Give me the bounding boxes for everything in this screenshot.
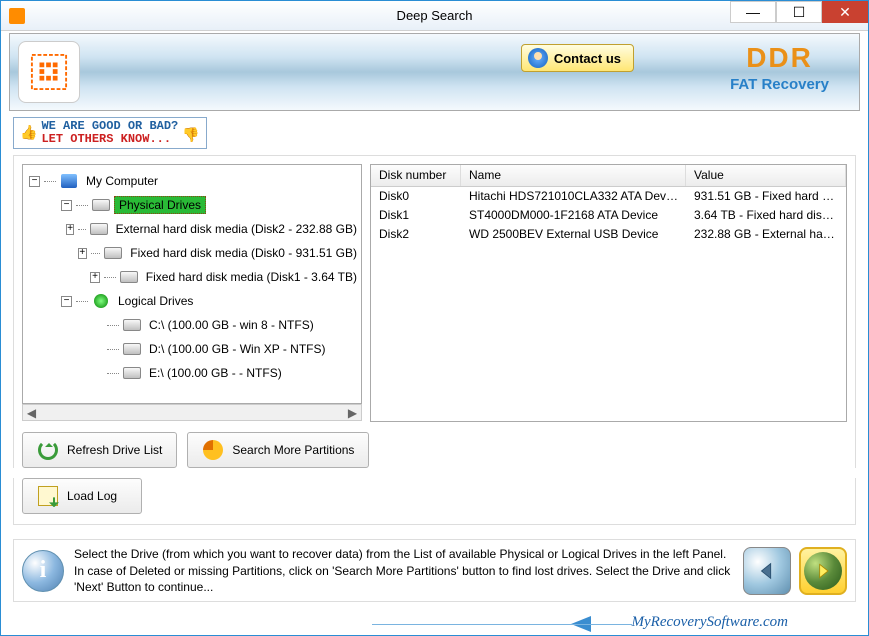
- cell-name: WD 2500BEV External USB Device: [461, 225, 686, 244]
- titlebar: Deep Search — ☐ ✕: [1, 1, 868, 31]
- tree-item-label: C:\ (100.00 GB - win 8 - NTFS): [145, 317, 318, 333]
- drive-icon: [123, 319, 141, 331]
- load-log-button[interactable]: Load Log: [22, 478, 142, 514]
- collapse-icon[interactable]: −: [61, 200, 72, 211]
- brand-subtitle: FAT Recovery: [730, 76, 829, 93]
- cell-disk: Disk2: [371, 225, 461, 244]
- app-icon: [9, 8, 25, 24]
- drive-icon: [104, 247, 122, 259]
- info-icon: i: [22, 550, 64, 592]
- cell-name: ST4000DM000-1F2168 ATA Device: [461, 206, 686, 225]
- tree-physical-drives[interactable]: − Physical Drives: [23, 193, 361, 217]
- table-row[interactable]: Disk2 WD 2500BEV External USB Device 232…: [371, 225, 846, 244]
- tree-root[interactable]: − My Computer: [23, 169, 361, 193]
- cell-name: Hitachi HDS721010CLA332 ATA Device: [461, 187, 686, 206]
- app-logo: [18, 41, 80, 103]
- disk-table: Disk number Name Value Disk0 Hitachi HDS…: [370, 164, 847, 422]
- footer-help-text: Select the Drive (from which you want to…: [74, 546, 733, 595]
- table-row[interactable]: Disk0 Hitachi HDS721010CLA332 ATA Device…: [371, 187, 846, 206]
- contact-us-button[interactable]: Contact us: [521, 44, 634, 72]
- pie-chart-icon: [203, 440, 223, 460]
- refresh-drive-list-button[interactable]: Refresh Drive List: [22, 432, 177, 468]
- log-file-icon: [38, 486, 58, 506]
- tree-physical-item[interactable]: + Fixed hard disk media (Disk0 - 931.51 …: [23, 241, 361, 265]
- col-disk-header[interactable]: Disk number: [371, 165, 461, 186]
- expand-icon[interactable]: +: [66, 224, 74, 235]
- cell-value: 931.51 GB - Fixed hard disk media: [686, 187, 846, 206]
- tree-root-label: My Computer: [82, 173, 162, 189]
- back-arrow-icon: [756, 560, 778, 582]
- tree-item-label: D:\ (100.00 GB - Win XP - NTFS): [145, 341, 329, 357]
- computer-icon: [61, 174, 77, 188]
- drive-icon: [120, 271, 138, 283]
- promo-bar: 👍 WE ARE GOOD OR BAD? LET OTHERS KNOW...…: [13, 117, 856, 149]
- tree-logical-item[interactable]: C:\ (100.00 GB - win 8 - NTFS): [23, 313, 361, 337]
- brand: DDR FAT Recovery: [730, 42, 829, 93]
- tree-logical-item[interactable]: E:\ (100.00 GB - - NTFS): [23, 361, 361, 385]
- app-header: Contact us DDR FAT Recovery: [9, 33, 860, 111]
- nav-buttons: [743, 547, 847, 595]
- scroll-right-icon[interactable]: ▶: [344, 405, 361, 420]
- footer: i Select the Drive (from which you want …: [13, 539, 856, 602]
- drive-icon: [123, 343, 141, 355]
- drive-icon: [123, 367, 141, 379]
- tree-physical-item[interactable]: + Fixed hard disk media (Disk1 - 3.64 TB…: [23, 265, 361, 289]
- thumbs-up-icon: 👍: [20, 125, 37, 142]
- table-header: Disk number Name Value: [371, 165, 846, 187]
- cell-value: 3.64 TB - Fixed hard disk media: [686, 206, 846, 225]
- brand-title: DDR: [730, 42, 829, 74]
- maximize-button[interactable]: ☐: [776, 1, 822, 23]
- col-name-header[interactable]: Name: [461, 165, 686, 186]
- action-buttons: Refresh Drive List Search More Partition…: [22, 432, 847, 468]
- load-log-row: Load Log: [13, 478, 856, 525]
- tree-item-label: External hard disk media (Disk2 - 232.88…: [112, 221, 361, 237]
- search-more-label: Search More Partitions: [232, 443, 354, 457]
- cell-disk: Disk0: [371, 187, 461, 206]
- window-controls: — ☐ ✕: [730, 1, 868, 23]
- refresh-label: Refresh Drive List: [67, 443, 162, 457]
- drive-icon: [92, 199, 110, 211]
- tree-logical-drives[interactable]: − Logical Drives: [23, 289, 361, 313]
- tree-item-label: E:\ (100.00 GB - - NTFS): [145, 365, 286, 381]
- search-more-partitions-button[interactable]: Search More Partitions: [187, 432, 369, 468]
- col-value-header[interactable]: Value: [686, 165, 846, 186]
- thumbs-down-icon: 👍: [182, 125, 199, 142]
- cell-disk: Disk1: [371, 206, 461, 225]
- globe-icon: [94, 294, 108, 308]
- scroll-left-icon[interactable]: ◀: [23, 405, 40, 420]
- tree-item-label: Fixed hard disk media (Disk0 - 931.51 GB…: [126, 245, 361, 261]
- promo-line2: LET OTHERS KNOW...: [41, 132, 171, 146]
- app-window: Deep Search — ☐ ✕ Contact us DDR FAT Rec…: [0, 0, 869, 636]
- expand-icon[interactable]: +: [90, 272, 101, 283]
- table-row[interactable]: Disk1 ST4000DM000-1F2168 ATA Device 3.64…: [371, 206, 846, 225]
- refresh-icon: [38, 440, 58, 460]
- tree-physical-item[interactable]: + External hard disk media (Disk2 - 232.…: [23, 217, 361, 241]
- next-arrow-icon: [813, 561, 833, 581]
- tree-physical-label: Physical Drives: [114, 196, 206, 214]
- horizontal-scrollbar[interactable]: ◀ ▶: [22, 404, 362, 421]
- collapse-icon[interactable]: −: [29, 176, 40, 187]
- back-button[interactable]: [743, 547, 791, 595]
- contact-us-label: Contact us: [554, 51, 621, 66]
- panels: − My Computer − Physical Drives: [22, 164, 847, 422]
- main-content: − My Computer − Physical Drives: [13, 155, 856, 468]
- tree-container: − My Computer − Physical Drives: [22, 164, 362, 422]
- promo-banner[interactable]: 👍 WE ARE GOOD OR BAD? LET OTHERS KNOW...…: [13, 117, 207, 149]
- next-button[interactable]: [799, 547, 847, 595]
- drive-icon: [90, 223, 108, 235]
- window-title: Deep Search: [397, 8, 473, 23]
- tree-logical-label: Logical Drives: [114, 293, 197, 309]
- drive-tree[interactable]: − My Computer − Physical Drives: [22, 164, 362, 404]
- website-link[interactable]: MyRecoverySoftware.com: [632, 614, 788, 631]
- avatar-icon: [528, 48, 548, 68]
- close-button[interactable]: ✕: [822, 1, 868, 23]
- tree-item-label: Fixed hard disk media (Disk1 - 3.64 TB): [142, 269, 361, 285]
- collapse-icon[interactable]: −: [61, 296, 72, 307]
- minimize-button[interactable]: —: [730, 1, 776, 23]
- expand-icon[interactable]: +: [78, 248, 87, 259]
- cell-value: 232.88 GB - External hard disk ...: [686, 225, 846, 244]
- promo-line1: WE ARE GOOD OR BAD?: [41, 119, 178, 133]
- tree-logical-item[interactable]: D:\ (100.00 GB - Win XP - NTFS): [23, 337, 361, 361]
- load-log-label: Load Log: [67, 489, 117, 503]
